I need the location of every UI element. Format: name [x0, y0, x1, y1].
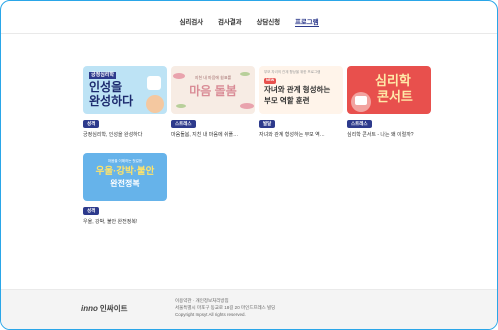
program-card[interactable]: 부모 자녀의 관계 향상을 위한 프로그램 NEW 자녀와 관계 형성하는 부모… [259, 66, 343, 138]
thumb-line2: 완성하다 [89, 94, 134, 108]
footer-logo[interactable]: inno 인싸이트 [81, 303, 128, 314]
nav-psych-test[interactable]: 심리검사 [179, 11, 203, 33]
card-thumbnail[interactable]: 지친 내 마음에 쉼표를 마음 돌봄 [171, 66, 255, 114]
logo-text: 인싸이트 [99, 304, 128, 313]
nav-counseling[interactable]: 상담신청 [257, 11, 281, 33]
category-badge: 스트레스 [347, 120, 372, 128]
card-title[interactable]: 자녀와 관계 형성하는 부모 역… [259, 131, 347, 138]
thumb-line2: 콘서트 [377, 89, 413, 104]
program-card[interactable]: 긍정심리학 인성을 완성하다 성격 긍정심리학, 인성을 완성하다 [83, 66, 167, 138]
card-title[interactable]: 우울, 강박, 불안 완전정복! [83, 218, 171, 225]
program-card[interactable]: 심리학 콘서트 스트레스 심리학 콘서트 - 나는 왜 이럴까? [347, 66, 431, 138]
card-title[interactable]: 긍정심리학, 인성을 완성하다 [83, 131, 171, 138]
thumb-line2: 완전정복 [110, 179, 140, 188]
card-thumbnail[interactable]: 부모 자녀의 관계 향상을 위한 프로그램 NEW 자녀와 관계 형성하는 부모… [259, 66, 343, 114]
thumb-pill: NEW [264, 78, 277, 84]
card-title[interactable]: 마음돌봄, 지친 내 마음에 쉬플… [171, 131, 259, 138]
nav-test-results[interactable]: 검사결과 [218, 11, 242, 33]
program-card[interactable]: 지친 내 마음에 쉼표를 마음 돌봄 스트레스 마음돌봄, 지친 내 마음에 쉬… [171, 66, 255, 138]
card-thumbnail[interactable]: 심리학 콘서트 [347, 66, 431, 114]
footer-links[interactable]: 이용약관 · 개인정보처리방침 [175, 297, 275, 304]
category-badge: 성격 [83, 120, 100, 128]
program-card[interactable]: 마음을 이해하는 첫걸음 우울·강박·불안 완전정복 성격 우울, 강박, 불안… [83, 153, 167, 225]
thumb-line1: 자녀와 관계 형성하는 [264, 85, 331, 94]
top-navigation: 심리검사 검사결과 상담신청 프로그램 [1, 11, 497, 33]
footer-address: 서울특별시 마포구 동교로 18길 20 마인드프레스 빌딩 [175, 305, 276, 310]
thumb-small-text: 마음을 이해하는 첫걸음 [107, 159, 143, 163]
browser-frame: 심리검사 검사결과 상담신청 프로그램 긍정심리학 인성을 완성하다 성격 긍정… [0, 0, 498, 330]
thumb-line1: 심리학 [375, 73, 411, 88]
thumb-main-text: 마음 돌봄 [189, 84, 237, 98]
thumb-line1: 우울·강박·불안 [95, 166, 155, 177]
thumb-small-text: 부모 자녀의 관계 향상을 위한 프로그램 [264, 70, 321, 74]
nav-program[interactable]: 프로그램 [295, 11, 319, 27]
card-thumbnail[interactable]: 마음을 이해하는 첫걸음 우울·강박·불안 완전정복 [83, 153, 167, 201]
thumb-tag: 긍정심리학 [89, 72, 117, 79]
category-badge: 성격 [83, 207, 100, 215]
footer-info: 이용약관 · 개인정보처리방침 서울특별시 마포구 동교로 18길 20 마인드… [175, 297, 275, 318]
category-badge: 발달 [259, 120, 276, 128]
nav-divider [1, 33, 497, 34]
category-badge: 스트레스 [171, 120, 196, 128]
thumb-small-text: 지친 내 마음에 쉼표를 [194, 75, 232, 80]
footer-copyright: Copyright Inpsyt All rights reserved. [175, 312, 246, 317]
thumb-line2: 부모 역할 훈련 [264, 96, 310, 105]
thumb-line1: 인성을 [89, 80, 123, 94]
logo-mark: inno [81, 304, 98, 313]
footer: inno 인싸이트 이용약관 · 개인정보처리방침 서울특별시 마포구 동교로 … [1, 289, 497, 329]
card-title[interactable]: 심리학 콘서트 - 나는 왜 이럴까? [347, 131, 435, 138]
card-thumbnail[interactable]: 긍정심리학 인성을 완성하다 [83, 66, 167, 114]
